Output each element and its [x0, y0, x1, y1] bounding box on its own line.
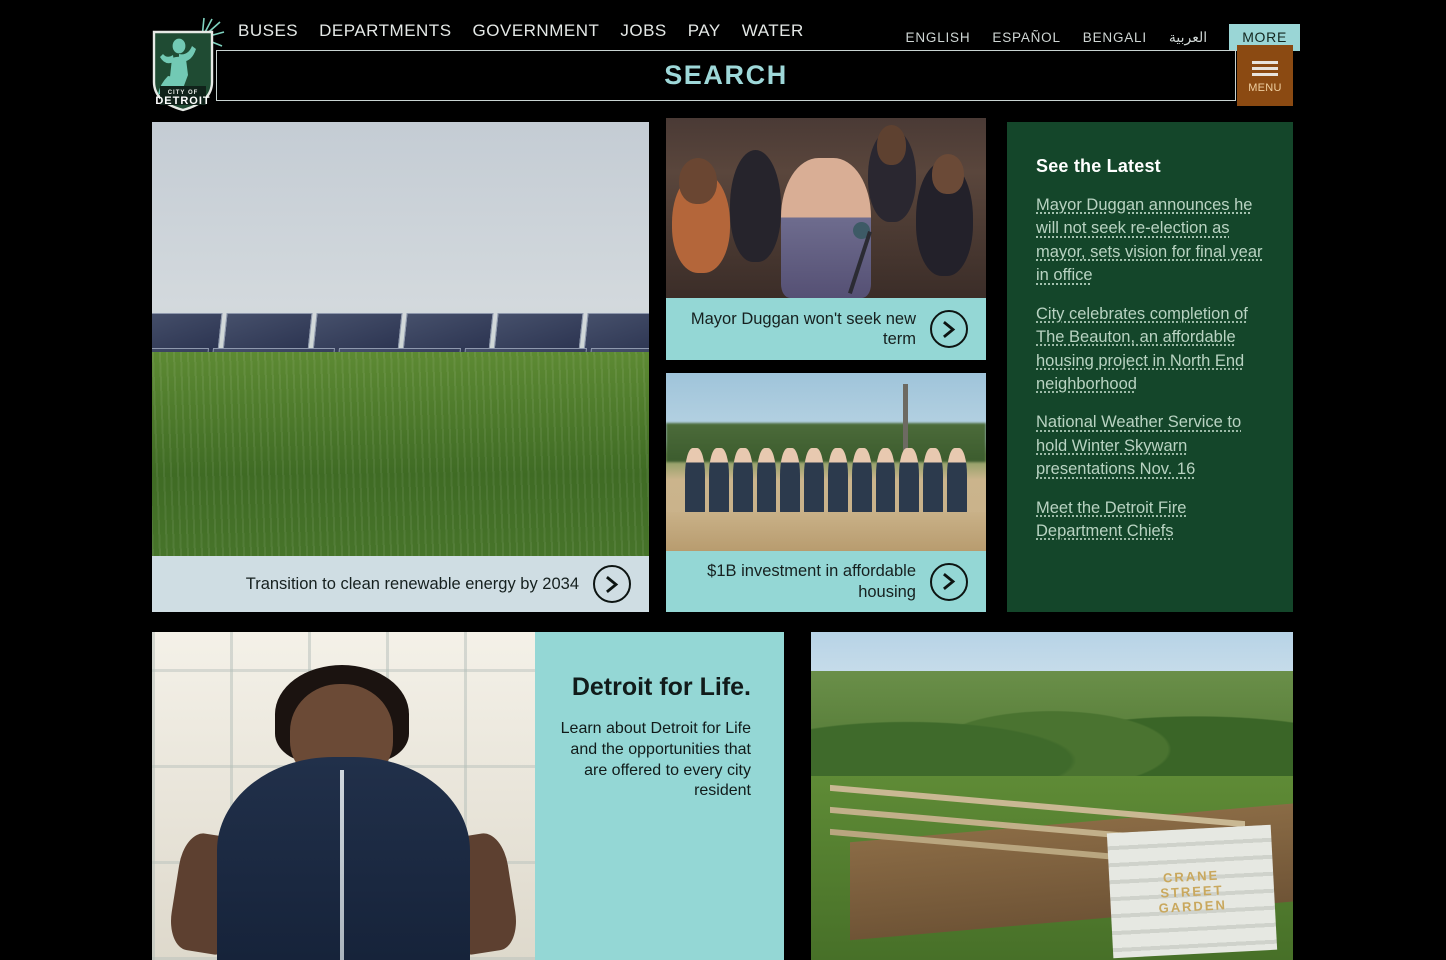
nav-item-government[interactable]: GOVERNMENT — [473, 21, 600, 41]
detroit-for-life-body: Learn about Detroit for Life and the opp… — [560, 720, 751, 800]
chevron-right-icon — [942, 573, 955, 590]
news-card-mayor[interactable]: Mayor Duggan won't seek new term — [666, 118, 986, 360]
city-of-detroit-logo[interactable]: CITY OF DETROIT — [146, 16, 226, 114]
menu-button-label: MENU — [1248, 81, 1282, 94]
page-root: CITY OF DETROIT BUSES DEPARTMENTS GOVERN… — [0, 0, 1446, 960]
detroit-for-life-title: Detroit for Life. — [571, 673, 751, 701]
news-card-mayor-arrow-button[interactable] — [930, 310, 968, 348]
hero-caption-text: Transition to clean renewable energy by … — [245, 574, 579, 593]
detroit-shield-icon: CITY OF DETROIT — [152, 17, 225, 112]
chevron-right-icon — [942, 320, 955, 338]
nav-item-water[interactable]: WATER — [742, 21, 804, 41]
news-card-mayor-caption-bar[interactable]: Mayor Duggan won't seek new term — [666, 298, 986, 360]
groundbreaking-ceremony-image — [666, 373, 986, 551]
solar-panels-image — [152, 122, 649, 556]
menu-button[interactable]: MENU — [1237, 45, 1293, 106]
detroit-for-life-text-panel: Detroit for Life. Learn about Detroit fo… — [535, 632, 784, 960]
latest-link-1[interactable]: Mayor Duggan announces he will not seek … — [1036, 194, 1263, 288]
community-garden-image: CRANE STREET GARDEN — [811, 632, 1293, 960]
resident-portrait-image — [152, 632, 535, 960]
news-card-mayor-caption-text: Mayor Duggan won't seek new term — [690, 309, 916, 348]
nav-item-pay[interactable]: PAY — [688, 21, 721, 41]
latest-link-3[interactable]: National Weather Service to hold Winter … — [1036, 411, 1263, 481]
mayor-press-conference-image — [666, 118, 986, 298]
hero-arrow-button[interactable] — [593, 565, 631, 603]
hamburger-icon — [1252, 58, 1278, 79]
search-input[interactable]: SEARCH — [216, 50, 1236, 101]
hero-card[interactable]: Transition to clean renewable energy by … — [152, 122, 649, 612]
language-bengali[interactable]: BENGALI — [1083, 30, 1147, 45]
hero-caption-bar[interactable]: Transition to clean renewable energy by … — [152, 556, 649, 612]
site-header: CITY OF DETROIT BUSES DEPARTMENTS GOVERN… — [0, 0, 1446, 118]
latest-link-4[interactable]: Meet the Detroit Fire Department Chiefs — [1036, 497, 1263, 544]
news-card-housing-arrow-button[interactable] — [930, 562, 968, 601]
svg-text:DETROIT: DETROIT — [155, 95, 210, 107]
news-card-housing[interactable]: $1B investment in affordable housing — [666, 373, 986, 612]
detroit-for-life-image — [152, 632, 535, 960]
news-card-housing-image — [666, 373, 986, 551]
community-garden-card[interactable]: CRANE STREET GARDEN — [811, 632, 1293, 960]
nav-item-departments[interactable]: DEPARTMENTS — [319, 21, 451, 41]
search-label: SEARCH — [664, 60, 788, 90]
primary-nav: BUSES DEPARTMENTS GOVERNMENT JOBS PAY WA… — [238, 21, 804, 41]
nav-item-buses[interactable]: BUSES — [238, 21, 298, 41]
chevron-right-icon — [605, 575, 618, 593]
see-the-latest-title: See the Latest — [1036, 156, 1161, 176]
latest-link-2[interactable]: City celebrates completion of The Beauto… — [1036, 303, 1263, 397]
language-arabic[interactable]: العربية — [1169, 29, 1207, 46]
news-card-mayor-image — [666, 118, 986, 298]
news-card-housing-caption-bar[interactable]: $1B investment in affordable housing — [666, 551, 986, 612]
see-the-latest-panel: See the Latest Mayor Duggan announces he… — [1007, 122, 1293, 612]
nav-item-jobs[interactable]: JOBS — [620, 21, 666, 41]
garden-sign-line-1: CRANE — [1162, 867, 1220, 886]
language-english[interactable]: ENGLISH — [906, 30, 971, 45]
detroit-for-life-card[interactable]: Detroit for Life. Learn about Detroit fo… — [152, 632, 784, 960]
crane-street-garden-sign: CRANE STREET GARDEN — [1106, 824, 1277, 958]
news-card-housing-caption-text: $1B investment in affordable housing — [707, 562, 916, 601]
hero-image — [152, 122, 649, 556]
language-espanol[interactable]: ESPAÑOL — [992, 30, 1060, 45]
garden-sign-line-3: GARDEN — [1158, 896, 1228, 916]
